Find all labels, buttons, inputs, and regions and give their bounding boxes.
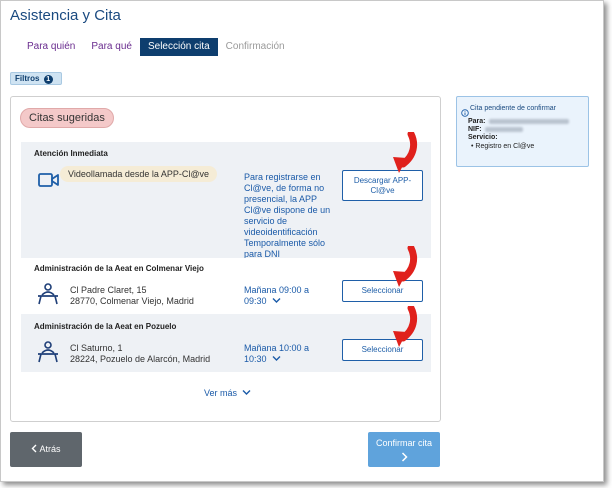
app-window: Asistencia y Cita Para quién Para qué Se…	[0, 0, 604, 482]
time-dropdown[interactable]: 10:30	[244, 354, 281, 365]
page-title: Asistencia y Cita	[10, 7, 121, 24]
filters-count-badge: 1	[43, 75, 53, 84]
chevron-left-icon	[31, 444, 39, 454]
show-more-link[interactable]: Ver más	[204, 388, 251, 398]
time-line-2: 10:30	[244, 354, 267, 364]
filters-label: Filtros	[15, 74, 40, 83]
annotation-arrow-icon	[385, 244, 419, 295]
pending-servicio-item: • Registro en Cl@ve	[471, 143, 535, 150]
address-line-1: Cl Saturno, 1	[70, 343, 123, 353]
step-tabs: Para quién Para qué Selección cita Confi…	[19, 38, 293, 56]
time-line-1: Mañana 10:00 a	[244, 343, 310, 353]
video-info-text: Para registrarse en Cl@ve, de forma no p…	[244, 172, 331, 259]
back-label: Atrás	[39, 444, 61, 454]
chevron-right-icon	[368, 452, 440, 465]
redacted-nif	[484, 126, 523, 132]
annotation-arrow-icon	[385, 304, 419, 355]
confirm-label: Confirmar cita	[375, 438, 432, 448]
pending-para-label: Para:	[468, 118, 486, 125]
pending-servicio-label: Servicio:	[468, 134, 498, 141]
video-camera-icon	[38, 172, 60, 193]
address-line-2: 28224, Pozuelo de Alarcón, Madrid	[70, 354, 211, 364]
office-desk-icon	[37, 283, 59, 310]
pending-appointment-card: Cita pendiente de confirmar Para: NIF: S…	[456, 96, 589, 167]
pending-title: Cita pendiente de confirmar	[470, 105, 556, 112]
tab-para-que[interactable]: Para qué	[83, 38, 140, 56]
filters-button[interactable]: Filtros 1	[10, 72, 62, 85]
time-line-1: Mañana 09:00 a	[244, 285, 310, 295]
chevron-down-icon	[269, 354, 281, 364]
pending-para-row: Para:	[468, 118, 569, 125]
show-more-label: Ver más	[204, 388, 238, 398]
back-button[interactable]: Atrás	[10, 432, 82, 467]
address-line-1: Cl Padre Claret, 15	[70, 285, 147, 295]
confirm-button[interactable]: Confirmar cita	[368, 432, 440, 467]
pending-nif-label: NIF:	[468, 126, 482, 133]
address-line-2: 28770, Colmenar Viejo, Madrid	[70, 296, 194, 306]
section-colmenar-viejo: Administración de la Aeat en Colmenar Vi…	[21, 258, 431, 314]
tab-confirmacion: Confirmación	[225, 41, 285, 52]
section-title: Administración de la Aeat en Colmenar Vi…	[34, 264, 204, 273]
section-title: Administración de la Aeat en Pozuelo	[34, 322, 177, 331]
chevron-down-icon	[269, 296, 281, 306]
suggestions-chip: Citas sugeridas	[20, 108, 114, 128]
tab-seleccion-cita[interactable]: Selección cita	[139, 38, 218, 56]
pending-nif-row: NIF:	[468, 126, 523, 133]
section-atencion-inmediata: Atención Inmediata Videollamada desde la…	[21, 142, 431, 259]
chevron-down-icon	[240, 388, 251, 398]
section-title: Atención Inmediata	[34, 149, 108, 158]
video-call-chip: Videollamada desde la APP-Cl@ve	[60, 166, 218, 182]
section-pozuelo: Administración de la Aeat en Pozuelo Cl …	[21, 314, 431, 372]
office-desk-icon	[37, 341, 59, 368]
suggestions-card: Citas sugeridas Atención Inmediata Video…	[10, 96, 441, 422]
time-dropdown[interactable]: 09:30	[244, 296, 281, 307]
annotation-arrow-icon	[385, 130, 419, 181]
redacted-name	[488, 118, 569, 124]
time-line-2: 09:30	[244, 296, 267, 306]
tab-para-quien[interactable]: Para quién	[19, 38, 83, 56]
